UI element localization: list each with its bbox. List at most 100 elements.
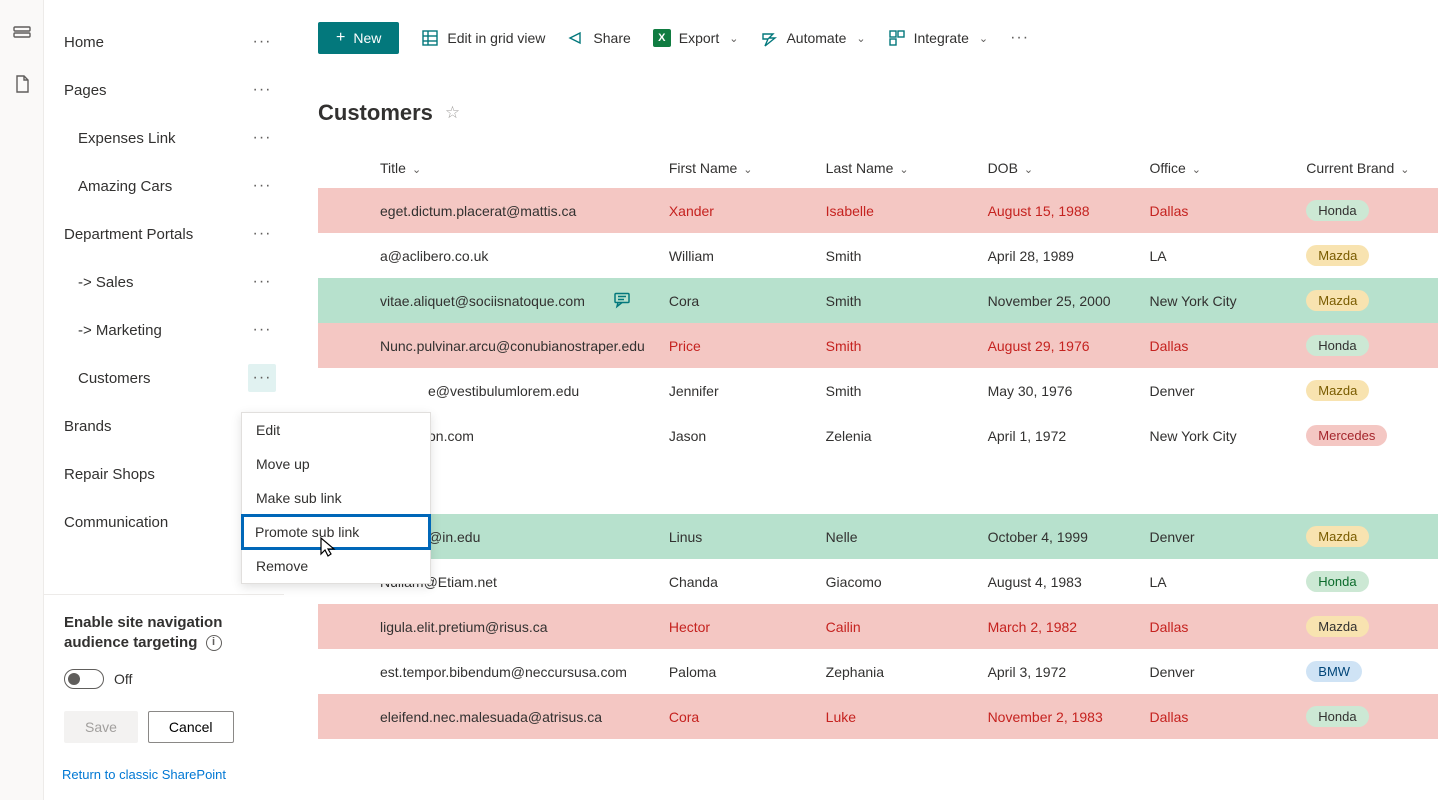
sidebar-item-customers[interactable]: Customers ···	[44, 354, 284, 402]
integrate-button[interactable]: Integrate ⌄	[888, 29, 988, 47]
brand-pill: Honda	[1306, 571, 1368, 592]
nav-item-more-button[interactable]: ···	[248, 124, 276, 152]
chevron-down-icon: ⌄	[729, 32, 738, 45]
info-icon[interactable]: i	[206, 635, 222, 651]
cell-office: New York City	[1139, 278, 1296, 323]
col-header-first-name[interactable]: First Name⌄	[659, 148, 816, 188]
context-menu-make-sub-link[interactable]: Make sub link	[242, 481, 430, 515]
col-header-brand[interactable]: Current Brand⌄	[1296, 148, 1438, 188]
col-header-last-name[interactable]: Last Name⌄	[816, 148, 978, 188]
context-menu-remove[interactable]: Remove	[242, 549, 430, 583]
cell-last-name: Giacomo	[816, 559, 978, 604]
audience-heading: Enable site navigation audience targetin…	[64, 613, 264, 654]
sidebar-item-expenses-link[interactable]: Expenses Link···	[44, 114, 284, 162]
context-menu-edit[interactable]: Edit	[242, 413, 430, 447]
sidebar-item--marketing[interactable]: -> Marketing ···	[44, 306, 284, 354]
table-row[interactable]: @in.eduLinusNelleOctober 4, 1999DenverMa…	[318, 514, 1438, 559]
sidebar-item-amazing-cars[interactable]: Amazing Cars ···	[44, 162, 284, 210]
cell-last-name: Isabelle	[816, 188, 978, 233]
comment-icon[interactable]	[613, 290, 631, 311]
new-button[interactable]: + New	[318, 22, 399, 54]
nav-item-more-button[interactable]: ···	[248, 364, 276, 392]
more-commands-button[interactable]: ···	[1010, 29, 1029, 47]
cell-dob: March 2, 1982	[978, 604, 1140, 649]
nav-item-more-button[interactable]: ···	[248, 28, 276, 56]
cell-dob: November 25, 2000	[978, 278, 1140, 323]
cell-brand: Mazda	[1296, 604, 1438, 649]
command-bar: + New Edit in grid view Share X Export ⌄…	[318, 0, 1441, 68]
cell-office: Dallas	[1139, 323, 1296, 368]
cell-dob: October 4, 1999	[978, 514, 1140, 559]
chevron-down-icon: ⌄	[743, 164, 752, 176]
table-row[interactable]: eleifend.nec.malesuada@atrisus.caCoraLuk…	[318, 694, 1438, 739]
cell-first-name: Linus	[659, 514, 816, 559]
table-row[interactable]: vitae.aliquet@sociisnatoque.comCoraSmith…	[318, 278, 1438, 323]
table-row[interactable]: ligula.elit.pretium@risus.caHectorCailin…	[318, 604, 1438, 649]
automate-button[interactable]: Automate ⌄	[760, 29, 865, 47]
share-button[interactable]: Share	[567, 29, 630, 47]
table-row[interactable]: eget.dictum.placerat@mattis.caXanderIsab…	[318, 188, 1438, 233]
cell-first-name: Paloma	[659, 649, 816, 694]
cell-first-name: Cora	[659, 278, 816, 323]
database-icon[interactable]	[12, 24, 32, 44]
sidebar-item-label: -> Marketing	[78, 322, 162, 339]
table-row[interactable]: Nunc.pulvinar.arcu@conubianostraper.eduP…	[318, 323, 1438, 368]
table-row[interactable]: est.tempor.bibendum@neccursusa.comPaloma…	[318, 649, 1438, 694]
cell-last-name: Zelenia	[816, 413, 978, 458]
cell-dob: November 2, 1983	[978, 694, 1140, 739]
sidebar-item-home[interactable]: Home ···	[44, 18, 284, 66]
audience-toggle[interactable]	[64, 669, 104, 689]
cell-first-name: William	[659, 233, 816, 278]
col-header-dob[interactable]: DOB⌄	[978, 148, 1140, 188]
cell-last-name: Zephania	[816, 649, 978, 694]
cell-last-name: Cailin	[816, 604, 978, 649]
cell-dob: August 15, 1988	[978, 188, 1140, 233]
sidebar-item-label: Pages	[64, 82, 107, 99]
customers-table-wrapper[interactable]: Title⌄ First Name⌄ Last Name⌄ DOB⌄ Offic…	[318, 148, 1441, 739]
cell-office: Dallas	[1139, 694, 1296, 739]
nav-item-more-button[interactable]: ···	[248, 76, 276, 104]
cell-first-name: Price	[659, 323, 816, 368]
cancel-button[interactable]: Cancel	[148, 711, 234, 743]
sidebar-item-label: Home	[64, 34, 104, 51]
cell-dob: April 3, 1972	[978, 649, 1140, 694]
context-menu-move-up[interactable]: Move up	[242, 447, 430, 481]
edit-grid-button[interactable]: Edit in grid view	[421, 29, 545, 47]
more-dots-icon: ···	[253, 274, 272, 290]
table-row[interactable]: e@vestibulumlorem.eduJenniferSmithMay 30…	[318, 368, 1438, 413]
return-classic-link[interactable]: Return to classic SharePoint	[44, 753, 284, 790]
col-header-office[interactable]: Office⌄	[1139, 148, 1296, 188]
save-button: Save	[64, 711, 138, 743]
cell-first-name: Jason	[659, 413, 816, 458]
cell-dob: August 29, 1976	[978, 323, 1140, 368]
sidebar-item-pages[interactable]: Pages ···	[44, 66, 284, 114]
context-menu-promote-sub-link[interactable]: Promote sub link	[241, 514, 431, 550]
cell-brand: Mazda	[1296, 514, 1438, 559]
col-header-title[interactable]: Title⌄	[318, 148, 659, 188]
cell-title: eget.dictum.placerat@mattis.ca	[318, 188, 659, 233]
brand-pill: Mazda	[1306, 616, 1369, 637]
nav-item-more-button[interactable]: ···	[248, 172, 276, 200]
cell-first-name: Chanda	[659, 559, 816, 604]
sidebar-item-label: Customers	[78, 370, 151, 387]
nav-item-more-button[interactable]: ···	[248, 316, 276, 344]
cell-title: Nunc.pulvinar.arcu@conubianostraper.edu	[318, 323, 659, 368]
cell-office: Denver	[1139, 649, 1296, 694]
chevron-down-icon: ⌄	[412, 164, 421, 176]
brand-pill: Honda	[1306, 335, 1368, 356]
cell-first-name: Jennifer	[659, 368, 816, 413]
sidebar-item--sales[interactable]: -> Sales···	[44, 258, 284, 306]
export-button[interactable]: X Export ⌄	[653, 29, 739, 47]
nav-item-more-button[interactable]: ···	[248, 220, 276, 248]
favorite-star-icon[interactable]: ☆	[445, 103, 460, 123]
table-row[interactable]: Nullam@Etiam.netChandaGiacomoAugust 4, 1…	[318, 559, 1438, 604]
sidebar-item-department-portals[interactable]: Department Portals···	[44, 210, 284, 258]
more-dots-icon: ···	[253, 322, 272, 338]
nav-item-more-button[interactable]: ···	[248, 268, 276, 296]
table-row[interactable]: on.comJasonZeleniaApril 1, 1972New York …	[318, 413, 1438, 458]
cell-dob: May 30, 1976	[978, 368, 1140, 413]
sidebar-item-label: Amazing Cars	[78, 178, 172, 195]
site-navigation-sidebar: Home···Pages···Expenses Link···Amazing C…	[44, 0, 284, 800]
file-icon[interactable]	[12, 74, 32, 94]
table-row[interactable]: a@aclibero.co.ukWilliamSmithApril 28, 19…	[318, 233, 1438, 278]
